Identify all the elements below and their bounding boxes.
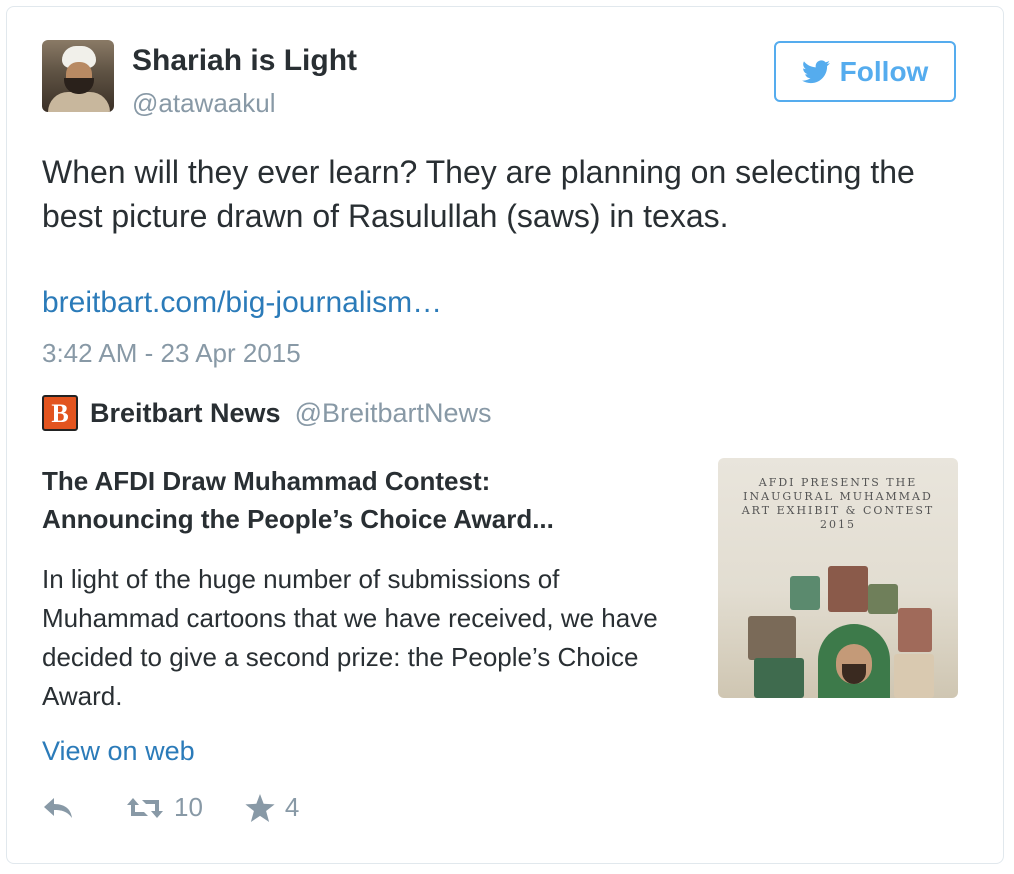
tweet-link[interactable]: breitbart.com/big-journalism… bbox=[42, 286, 442, 320]
favorite-count: 4 bbox=[284, 792, 300, 822]
star-icon bbox=[245, 793, 275, 822]
view-on-web-link[interactable]: View on web bbox=[42, 736, 195, 767]
author-handle[interactable]: @atawaakul bbox=[132, 88, 275, 119]
tweet-actions: 10 4 bbox=[42, 792, 299, 823]
author-avatar[interactable] bbox=[42, 40, 114, 112]
tweet-text: When will they ever learn? They are plan… bbox=[42, 154, 915, 234]
card-title[interactable]: The AFDI Draw Muhammad Contest: Announci… bbox=[42, 462, 682, 538]
breitbart-logo-icon: B bbox=[42, 395, 78, 431]
follow-button[interactable]: Follow bbox=[774, 41, 956, 102]
favorite-button[interactable]: 4 bbox=[245, 792, 299, 823]
retweet-icon bbox=[127, 797, 163, 818]
follow-label: Follow bbox=[839, 55, 929, 87]
retweet-button[interactable]: 10 bbox=[126, 792, 203, 823]
reply-button[interactable] bbox=[42, 796, 74, 820]
twitter-bird-icon bbox=[801, 59, 830, 83]
reply-icon bbox=[44, 797, 72, 818]
author-name[interactable]: Shariah is Light bbox=[132, 44, 357, 78]
card-description: In light of the huge number of submissio… bbox=[42, 564, 658, 711]
card-source-name[interactable]: Breitbart News bbox=[90, 398, 281, 429]
card-source-handle[interactable]: @BreitbartNews bbox=[295, 398, 492, 429]
card-thumbnail-image[interactable]: AFDI PRESENTS THE INAUGURAL MUHAMMAD ART… bbox=[718, 458, 958, 698]
retweet-count: 10 bbox=[174, 792, 203, 822]
card-source[interactable]: B Breitbart News @BreitbartNews bbox=[42, 395, 492, 431]
thumbnail-caption: AFDI PRESENTS THE INAUGURAL MUHAMMAD ART… bbox=[741, 476, 935, 531]
tweet-timestamp[interactable]: 3:42 AM - 23 Apr 2015 bbox=[42, 338, 301, 369]
